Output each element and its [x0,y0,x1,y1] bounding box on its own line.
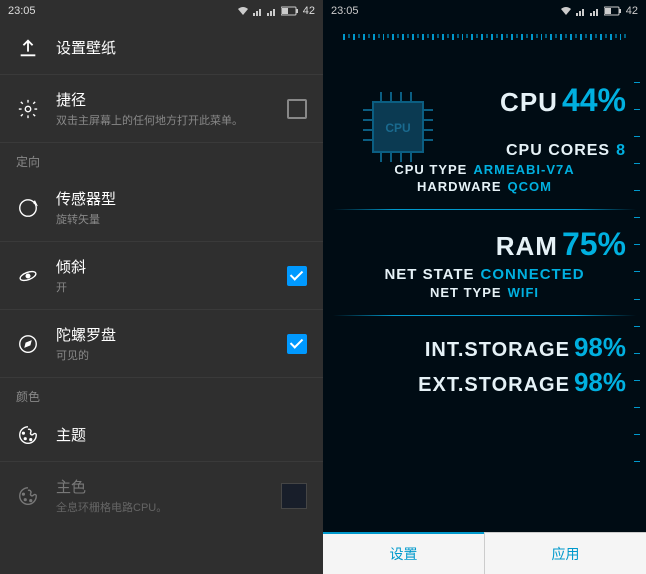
bottom-tabs: 设置 应用 [323,532,646,574]
cputype-value: ARMEABI-V7A [473,162,574,177]
intstorage-stat: INT.STORAGE 98% [333,330,636,365]
status-bar-right: 23:05 42 [323,0,646,22]
netstate-info: NET STATE CONNECTED [333,265,636,284]
primary-color-title: 主色 [56,476,265,497]
wifi-icon [237,6,249,16]
orientation-header: 定向 [0,143,323,174]
status-bar: 23:05 42 [0,0,323,22]
gyro-checkbox[interactable] [287,334,307,354]
gyro-title: 陀螺罗盘 [56,324,271,345]
settings-screen: 23:05 42 设置壁纸 捷径 双击主屏幕上的任何地方打开此菜单。 定向 传 [0,0,323,574]
cpu-label: CPU [500,87,558,118]
wifi-icon [560,6,572,16]
ticks-top [333,32,636,50]
signal-icon [253,6,263,16]
battery-icon [604,6,622,16]
sensor-item[interactable]: 传感器型 旋转矢量 [0,174,323,242]
palette-icon [16,423,40,447]
battery-text-right: 42 [626,5,638,17]
ram-value: 75% [562,226,626,263]
sensor-sub: 旋转矢量 [56,211,307,227]
status-time: 23:05 [8,5,36,17]
extstorage-stat: EXT.STORAGE 98% [333,365,636,400]
shortcut-item[interactable]: 捷径 双击主屏幕上的任何地方打开此菜单。 [0,75,323,143]
set-wallpaper-label: 设置壁纸 [56,37,307,58]
tilt-sub: 开 [56,279,271,295]
signal-icon-2 [590,6,600,16]
theme-item[interactable]: 主题 [0,409,323,462]
divider-2 [333,315,636,316]
color-swatch[interactable] [281,483,307,509]
upload-icon [16,36,40,60]
nettype-value: WIFI [508,285,539,300]
divider [333,209,636,210]
ram-stat: RAM 75% [333,224,636,265]
status-time-right: 23:05 [331,5,359,17]
primary-color-sub: 全息环栅格电路CPU。 [56,499,265,515]
set-wallpaper-item[interactable]: 设置壁纸 [0,22,323,75]
compass-icon [16,332,40,356]
cpu-chip-icon: CPU [353,82,443,177]
gyro-item[interactable]: 陀螺罗盘 可见的 [0,310,323,378]
tilt-checkbox[interactable] [287,266,307,286]
theme-title: 主题 [56,424,307,445]
primary-color-item[interactable]: 主色 全息环栅格电路CPU。 [0,462,323,529]
side-marks [634,82,642,462]
hardware-label: HARDWARE [417,179,502,194]
hud: CPU CPU 44% CPU CORES 8 CPU TYPE ARMEABI… [323,22,646,522]
color-header: 颜色 [0,378,323,409]
tilt-item[interactable]: 倾斜 开 [0,242,323,310]
chip-label: CPU [385,121,410,135]
ram-label: RAM [496,231,558,262]
hardware-info: HARDWARE QCOM [333,178,636,195]
netstate-value: CONNECTED [481,266,585,283]
tab-apply[interactable]: 应用 [484,532,646,574]
hardware-value: QCOM [508,179,552,194]
hud-screen: 23:05 42 CPU [323,0,646,574]
nettype-info: NET TYPE WIFI [333,284,636,301]
cores-label: CPU CORES [506,142,610,160]
tab-settings[interactable]: 设置 [323,532,484,574]
shortcut-title: 捷径 [56,89,271,110]
nettype-label: NET TYPE [430,285,502,300]
gear-icon [16,97,40,121]
status-icons: 42 [237,5,315,17]
shortcut-sub: 双击主屏幕上的任何地方打开此菜单。 [56,112,271,128]
gyro-sub: 可见的 [56,347,271,363]
rotate-icon [16,196,40,220]
extstorage-label: EXT.STORAGE [418,374,570,397]
netstate-label: NET STATE [384,266,474,283]
signal-icon-2 [267,6,277,16]
cores-value: 8 [616,142,626,160]
battery-text: 42 [303,5,315,17]
sensor-title: 传感器型 [56,188,307,209]
status-icons-right: 42 [560,5,638,17]
tilt-title: 倾斜 [56,256,271,277]
palette-icon-2 [16,484,40,508]
shortcut-checkbox[interactable] [287,99,307,119]
signal-icon [576,6,586,16]
intstorage-label: INT.STORAGE [425,339,570,362]
intstorage-value: 98% [574,332,626,363]
battery-icon [281,6,299,16]
cpu-value: 44% [562,82,626,119]
tilt-icon [16,264,40,288]
extstorage-value: 98% [574,367,626,398]
